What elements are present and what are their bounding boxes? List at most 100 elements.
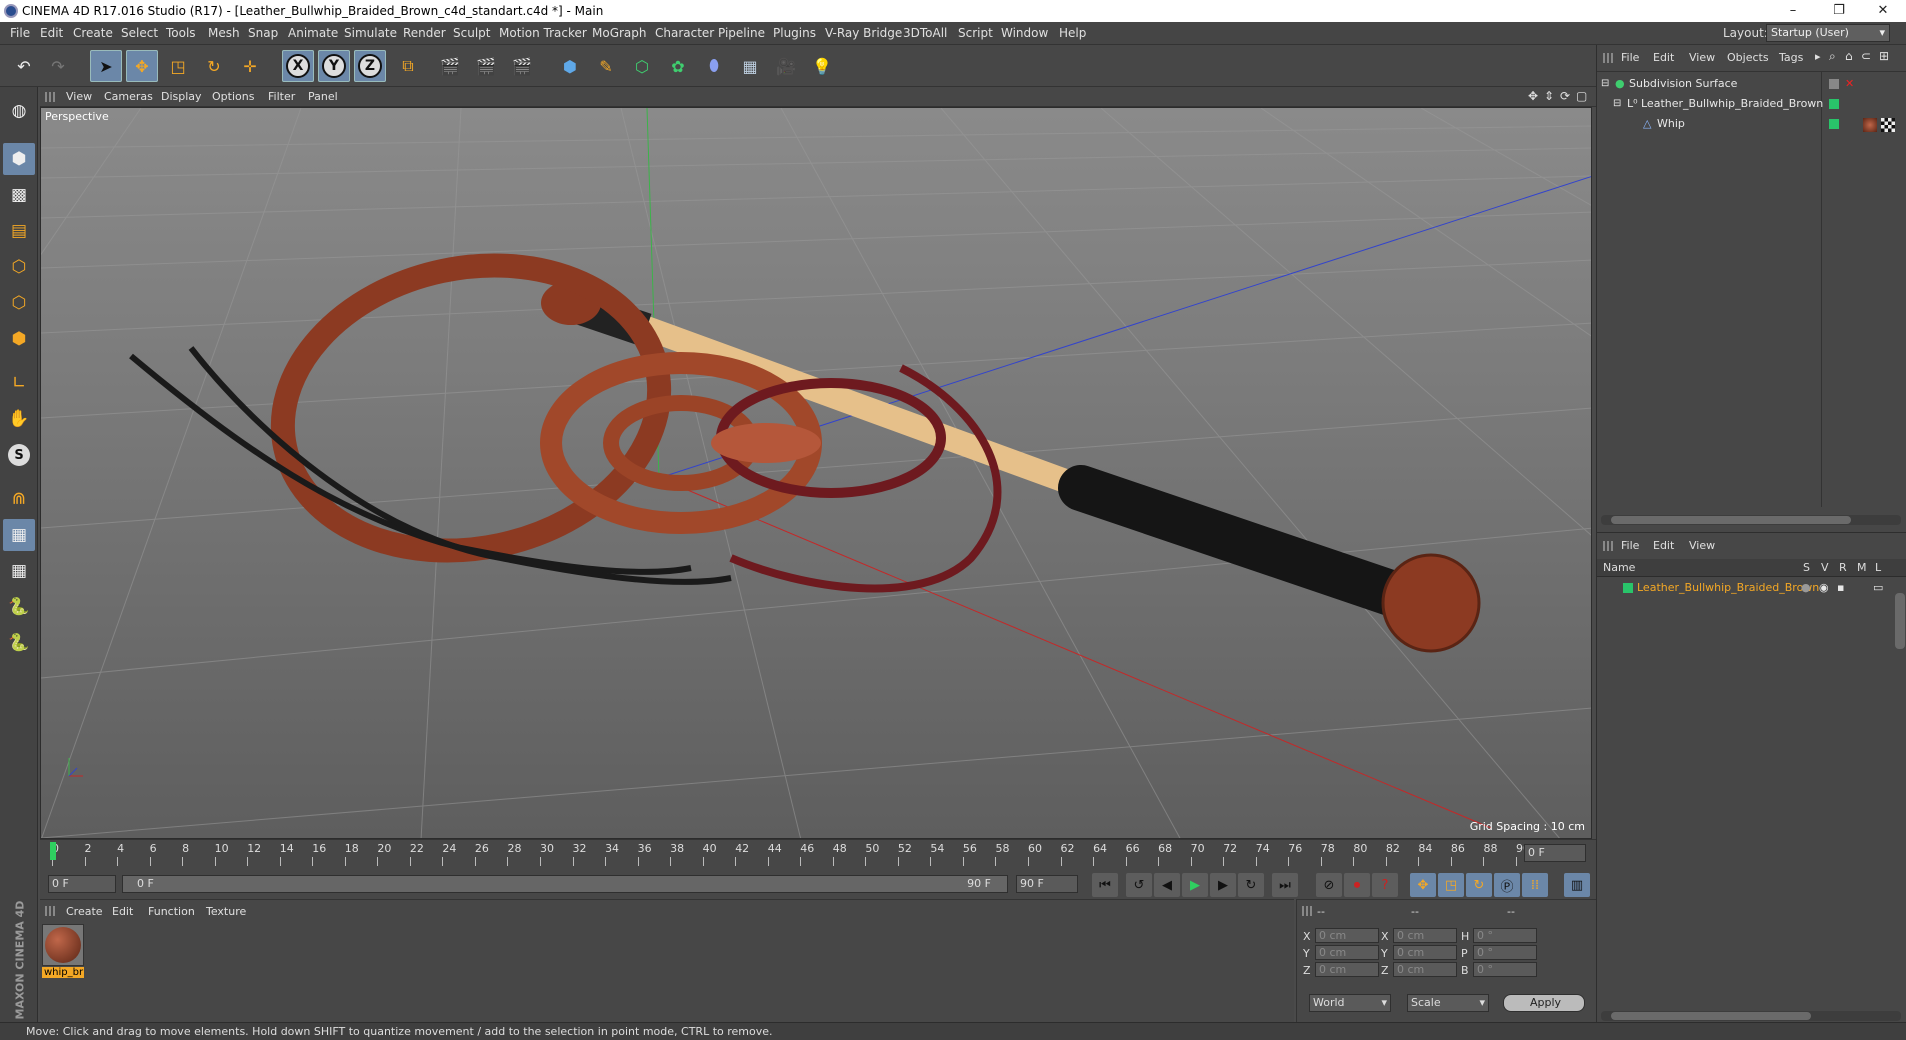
render-picture-viewer-button[interactable]: 🎬 [470, 50, 502, 82]
edges-mode-button[interactable]: ⬡ [3, 287, 35, 319]
layer-color-tag[interactable] [1829, 119, 1839, 129]
x-axis-lock-button[interactable]: X [282, 50, 314, 82]
collapse-icon[interactable]: ⊟ [1613, 95, 1621, 113]
key-rotation-button[interactable]: ↻ [1466, 873, 1492, 897]
menu-render[interactable]: Render [403, 26, 446, 40]
keyframe-selection-button[interactable]: ⊘ [1316, 873, 1342, 897]
layers-menu-file[interactable]: File [1621, 539, 1639, 552]
add-cube-button[interactable]: ⬢ [554, 50, 586, 82]
frame-range-slider[interactable]: 0 F 90 F [122, 875, 1008, 893]
viewport-menu-panel[interactable]: Panel [308, 90, 338, 103]
scrollbar-thumb[interactable] [1611, 1012, 1811, 1020]
material-menu-texture[interactable]: Texture [206, 905, 246, 918]
texture-mode-button[interactable]: ▩ [3, 179, 35, 211]
previous-key-button[interactable]: ↺ [1126, 873, 1152, 897]
add-floor-button[interactable]: ▦ [734, 50, 766, 82]
scrollbar-thumb[interactable] [1611, 516, 1851, 524]
object-row-subdivision-surface[interactable]: ⊟ ● Subdivision Surface ✕ [1597, 75, 1906, 93]
objects-menu-view[interactable]: View [1689, 51, 1715, 64]
workplane-lock-button[interactable]: ▦ [3, 519, 35, 551]
coord-value-field[interactable]: 0 cm [1315, 962, 1379, 977]
render-icon[interactable]: ▪ [1837, 579, 1844, 597]
python-script-button-1[interactable]: 🐍 [3, 591, 35, 623]
soft-selection-button[interactable]: S [3, 439, 35, 471]
timeline-ruler[interactable]: 0246810121416182022242628303234363840424… [40, 839, 1596, 869]
viewport-zoom-icon[interactable]: ⇕ [1544, 89, 1554, 103]
objects-horizontal-scrollbar[interactable] [1601, 515, 1901, 525]
layer-color-swatch[interactable] [1623, 583, 1633, 593]
close-button[interactable]: ✕ [1860, 0, 1906, 22]
search-icon[interactable]: ⌕ [1829, 49, 1836, 64]
menu-plugins[interactable]: Plugins [773, 26, 816, 40]
minimize-button[interactable]: – [1770, 0, 1816, 22]
menu-file[interactable]: File [10, 26, 30, 40]
layers-horizontal-scrollbar[interactable] [1601, 1011, 1901, 1021]
next-key-button[interactable]: ↻ [1238, 873, 1264, 897]
current-frame-field[interactable]: 0 F [1524, 844, 1586, 862]
next-frame-button[interactable]: ▶ [1210, 873, 1236, 897]
apply-button[interactable]: Apply [1503, 994, 1585, 1012]
model-mode-button[interactable]: ⬢ [3, 143, 35, 175]
viewport-maximize-icon[interactable]: ▢ [1576, 89, 1587, 103]
play-button[interactable]: ▶ [1182, 873, 1208, 897]
viewport-menu-filter[interactable]: Filter [268, 90, 295, 103]
lock-icon[interactable]: ▭ [1873, 579, 1883, 597]
viewport-menu-display[interactable]: Display [161, 90, 202, 103]
home-icon[interactable]: ⌂ [1845, 49, 1853, 63]
coord-value-field[interactable]: 0 cm [1315, 945, 1379, 960]
planar-workplane-button[interactable]: ▦ [3, 555, 35, 587]
transform-tool-button[interactable]: ✛ [234, 50, 266, 82]
viewport-menu-view[interactable]: View [66, 90, 92, 103]
material-item[interactable]: whip_br [42, 924, 86, 982]
add-camera-button[interactable]: 🎥 [770, 50, 802, 82]
maximize-panel-icon[interactable]: ⊞ [1879, 49, 1889, 63]
object-row-leather-bullwhip[interactable]: ⊟ L⁰ Leather_Bullwhip_Braided_Brown [1597, 95, 1906, 113]
coord-value-field[interactable]: 0 cm [1393, 945, 1457, 960]
menu-character[interactable]: Character [655, 26, 714, 40]
menu-mesh[interactable]: Mesh [208, 26, 240, 40]
coord-value-field[interactable]: 0 ° [1473, 928, 1537, 943]
key-param-button[interactable]: Ⓟ [1494, 873, 1520, 897]
menu-animate[interactable]: Animate [288, 26, 338, 40]
layers-menu-view[interactable]: View [1689, 539, 1715, 552]
layer-color-tag[interactable] [1829, 99, 1839, 109]
start-frame-field[interactable]: 0 F [48, 875, 116, 893]
maximize-button[interactable]: ❐ [1816, 0, 1862, 22]
live-selection-button[interactable]: ➤ [90, 50, 122, 82]
link-icon[interactable]: ⊂ [1861, 49, 1871, 63]
viewport-rotate-icon[interactable]: ⟳ [1560, 89, 1570, 103]
add-mograph-button[interactable]: ✿ [662, 50, 694, 82]
layout-select[interactable]: Startup (User) ▾ [1766, 24, 1890, 42]
object-row-whip[interactable]: △ Whip [1597, 115, 1906, 133]
eye-icon[interactable]: ◉ [1819, 579, 1829, 597]
key-position-button[interactable]: ✥ [1410, 873, 1436, 897]
material-menu-function[interactable]: Function [148, 905, 195, 918]
redo-button[interactable]: ↷ [42, 50, 74, 82]
add-spline-button[interactable]: ✎ [590, 50, 622, 82]
menu-select[interactable]: Select [121, 26, 158, 40]
go-to-start-button[interactable]: ⏮ [1092, 873, 1118, 897]
menu-simulate[interactable]: Simulate [344, 26, 397, 40]
objects-menu-edit[interactable]: Edit [1653, 51, 1674, 64]
editor-visibility-toggle[interactable] [1829, 79, 1839, 89]
objects-menu-tags[interactable]: Tags [1779, 51, 1803, 64]
undo-button[interactable]: ↶ [8, 50, 40, 82]
viewport-menu-options[interactable]: Options [212, 90, 254, 103]
z-axis-lock-button[interactable]: Z [354, 50, 386, 82]
perspective-viewport[interactable]: Perspective Grid Spacing : 10 cm [40, 107, 1592, 839]
add-generator-button[interactable]: ⬡ [626, 50, 658, 82]
solo-dot-icon[interactable]: ● [1801, 579, 1811, 597]
coordinate-system-button[interactable]: ⧉ [392, 50, 424, 82]
chevron-right-icon[interactable]: ▸ [1815, 50, 1821, 63]
autokey-button[interactable]: ? [1372, 873, 1398, 897]
viewport-menu-cameras[interactable]: Cameras [104, 90, 153, 103]
scale-tool-button[interactable]: ◳ [162, 50, 194, 82]
objects-menu-file[interactable]: File [1621, 51, 1639, 64]
menu-create[interactable]: Create [73, 26, 113, 40]
menu-edit[interactable]: Edit [40, 26, 63, 40]
layers-vertical-scrollbar[interactable] [1895, 593, 1905, 649]
material-menu-edit[interactable]: Edit [112, 905, 133, 918]
python-script-button-2[interactable]: 🐍 [3, 627, 35, 659]
previous-frame-button[interactable]: ◀ [1154, 873, 1180, 897]
objects-menu-objects[interactable]: Objects [1727, 51, 1769, 64]
